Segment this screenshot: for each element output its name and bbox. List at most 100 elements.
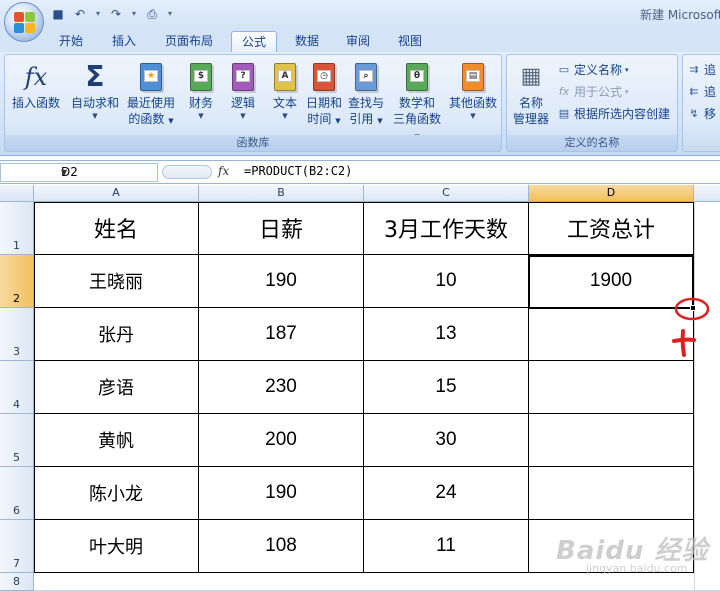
row-header-3[interactable]: 3 <box>0 308 34 361</box>
cell-b4[interactable]: 230 <box>199 361 364 414</box>
cell-a7[interactable]: 叶大明 <box>34 520 199 573</box>
cell-c1[interactable]: 3月工作天数 <box>364 202 529 255</box>
lookup-reference-button[interactable]: ⌕ 查找与 引用 ▼ <box>345 61 387 129</box>
cell-c4[interactable]: 15 <box>364 361 529 414</box>
row-header-2[interactable]: 2 <box>0 255 34 308</box>
trace-dependents-label: 追 <box>704 85 717 99</box>
tab-formulas[interactable]: 公式 <box>231 31 277 52</box>
ribbon-tabs: 开始 插入 页面布局 公式 数据 审阅 视图 <box>0 28 720 52</box>
insert-function-fx-icon[interactable]: fx <box>218 164 229 178</box>
cell-b7[interactable]: 108 <box>199 520 364 573</box>
cell-b5[interactable]: 200 <box>199 414 364 467</box>
math-trig-button[interactable]: θ 数学和 三角函数 ▼ <box>389 61 445 145</box>
name-manager-button[interactable]: ▦ 名称 管理器 <box>509 61 553 127</box>
financial-label: 财务 <box>188 96 213 110</box>
save-icon[interactable]: ■ <box>50 6 66 22</box>
column-header-a[interactable]: A <box>34 185 199 202</box>
cell-d6[interactable] <box>529 467 694 520</box>
trace-precedents-icon: ⇉ <box>689 62 699 76</box>
name-box-dropdown-icon[interactable]: ▼ <box>61 164 154 181</box>
use-in-formula-button[interactable]: fx 用于公式 ▾ <box>557 83 629 100</box>
cell-a5[interactable]: 黄帆 <box>34 414 199 467</box>
cell-a6[interactable]: 陈小龙 <box>34 467 199 520</box>
undo-icon[interactable]: ↶ <box>72 6 88 22</box>
undo-dropdown-icon[interactable]: ▾ <box>94 6 102 22</box>
logical-button[interactable]: ? 逻辑 ▼ <box>223 61 263 121</box>
cell-c3[interactable]: 13 <box>364 308 529 361</box>
function-library-label: 函数库 <box>5 135 501 151</box>
cell-b2[interactable]: 190 <box>199 255 364 308</box>
cell-d1[interactable]: 工资总计 <box>529 202 694 255</box>
autosum-label: 自动求和 <box>70 96 119 110</box>
row-header-4[interactable]: 4 <box>0 361 34 414</box>
cell-c5[interactable]: 30 <box>364 414 529 467</box>
formula-bar-buttons[interactable] <box>162 165 212 179</box>
tab-review[interactable]: 审阅 <box>338 31 378 52</box>
logical-label: 逻辑 <box>230 96 255 110</box>
cell-d5[interactable] <box>529 414 694 467</box>
cell-b1[interactable]: 日薪 <box>199 202 364 255</box>
datetime-label-2: 时间 ▼ <box>307 112 341 126</box>
datetime-button[interactable]: ◷ 日期和 时间 ▼ <box>303 61 345 129</box>
tab-insert[interactable]: 插入 <box>104 31 144 52</box>
defined-names-label: 定义的名称 <box>507 135 677 151</box>
logical-dropdown-icon: ▼ <box>240 112 246 120</box>
print-preview-icon[interactable]: ⎙ <box>144 6 160 22</box>
more-functions-label: 其他函数 <box>448 96 497 110</box>
create-from-selection-label: 根据所选内容创建 <box>574 107 671 121</box>
column-header-d[interactable]: D <box>529 185 694 202</box>
redo-icon[interactable]: ↷ <box>108 6 124 22</box>
cell-c6[interactable]: 24 <box>364 467 529 520</box>
row-header-8[interactable]: 8 <box>0 573 34 591</box>
column-header-b[interactable]: B <box>199 185 364 202</box>
cell-a2[interactable]: 王晓丽 <box>34 255 199 308</box>
cell-b6[interactable]: 190 <box>199 467 364 520</box>
cell-c7[interactable]: 11 <box>364 520 529 573</box>
row-header-5[interactable]: 5 <box>0 414 34 467</box>
tab-home[interactable]: 开始 <box>50 31 92 52</box>
cell-b3[interactable]: 187 <box>199 308 364 361</box>
recent-label-2: 的函数 ▼ <box>128 112 174 126</box>
redo-dropdown-icon[interactable]: ▾ <box>130 6 138 22</box>
name-box[interactable]: D2 ▼ <box>0 163 158 182</box>
define-name-button[interactable]: ▭ 定义名称 ▾ <box>557 61 629 78</box>
autosum-dropdown-icon: ▼ <box>92 112 98 120</box>
column-header-c[interactable]: C <box>364 185 529 202</box>
tab-page-layout[interactable]: 页面布局 <box>156 31 222 52</box>
more-functions-button[interactable]: ▤ 其他函数 ▼ <box>445 61 501 121</box>
insert-function-button[interactable]: fx 插入函数 <box>7 61 65 111</box>
row-header-1[interactable]: 1 <box>0 202 34 255</box>
baidu-watermark: Baidu 经验 jingyan.baidu.com <box>556 530 708 575</box>
use-in-formula-icon: fx <box>558 84 570 98</box>
create-from-selection-button[interactable]: ▤ 根据所选内容创建 <box>557 105 670 122</box>
office-button[interactable] <box>4 2 44 42</box>
cell-a4[interactable]: 彦语 <box>34 361 199 414</box>
row-header-6[interactable]: 6 <box>0 467 34 520</box>
cell-a3[interactable]: 张丹 <box>34 308 199 361</box>
remove-arrows-button[interactable]: ↯ 移 <box>687 105 716 122</box>
customize-qat-icon[interactable]: ▾ <box>166 6 174 22</box>
text-button[interactable]: A 文本 ▼ <box>265 61 305 121</box>
cell-d4[interactable] <box>529 361 694 414</box>
trace-precedents-button[interactable]: ⇉ 追 <box>687 61 716 78</box>
autosum-button[interactable]: Σ 自动求和 ▼ <box>67 61 123 121</box>
tab-view[interactable]: 视图 <box>390 31 430 52</box>
remove-arrows-label: 移 <box>704 107 717 121</box>
math-book-icon: θ <box>402 61 432 93</box>
fx-icon: fx <box>24 63 48 91</box>
watermark-url: jingyan.baidu.com <box>586 562 688 575</box>
formula-input[interactable]: =PRODUCT(B2:C2) <box>244 164 352 178</box>
cell-c2[interactable]: 10 <box>364 255 529 308</box>
star-book-icon: ★ <box>136 61 166 93</box>
select-all-corner[interactable] <box>0 185 34 202</box>
tab-data[interactable]: 数据 <box>287 31 327 52</box>
row-header-7[interactable]: 7 <box>0 520 34 573</box>
name-manager-label-1: 名称 <box>518 96 543 110</box>
formula-bar: D2 ▼ fx =PRODUCT(B2:C2) <box>0 160 720 184</box>
column-header-e[interactable] <box>694 185 720 202</box>
cell-a1[interactable]: 姓名 <box>34 202 199 255</box>
financial-button[interactable]: $ 财务 ▼ <box>181 61 221 121</box>
office-logo-icon <box>14 12 35 33</box>
trace-dependents-button[interactable]: ⇇ 追 <box>687 83 716 100</box>
recent-functions-button[interactable]: ★ 最近使用 的函数 ▼ <box>123 61 179 129</box>
